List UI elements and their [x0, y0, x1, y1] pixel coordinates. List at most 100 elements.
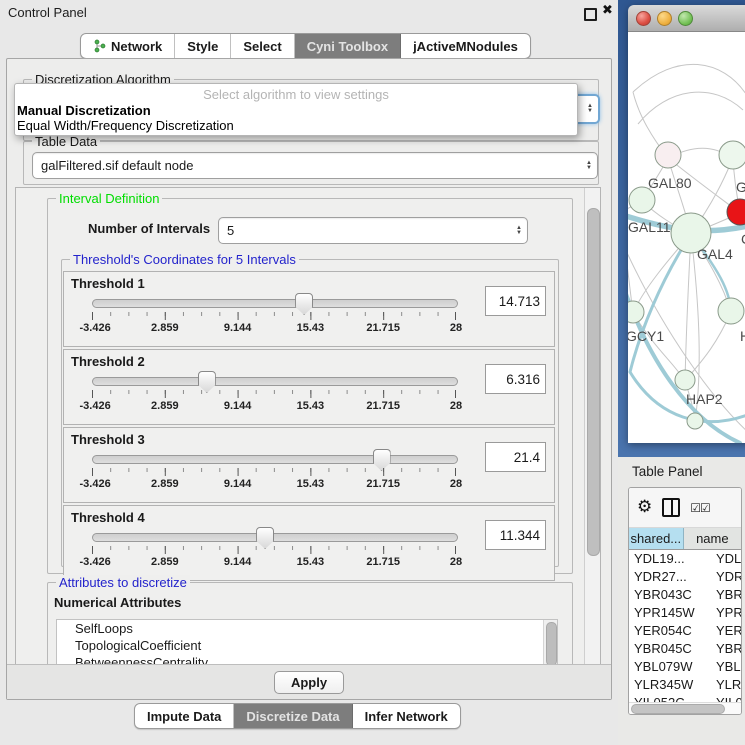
threshold-1-slider[interactable] — [92, 299, 458, 308]
column-header-shared-name[interactable]: shared... — [629, 528, 684, 549]
cyni-settings-panel: Discretization Algorithm ▲▼ Table Data g… — [6, 58, 612, 700]
settings-scroll-area: Interval Definition Number of Intervals … — [15, 187, 601, 666]
list-item[interactable]: TopologicalCoefficient — [57, 637, 557, 654]
node-table: ⚙ ☑☑ shared... name YDL19...YDL1YDR27...… — [628, 487, 742, 715]
cell-shared-name[interactable]: YLR345W — [629, 676, 709, 694]
table-row[interactable]: YBL079WYBL0 — [629, 658, 741, 676]
table-row[interactable]: YBR043CYBR0 — [629, 586, 741, 604]
table-row[interactable]: YIL052CYIL0 — [629, 694, 741, 702]
cell-shared-name[interactable]: YBL079W — [629, 658, 709, 676]
tab-infer-network[interactable]: Infer Network — [353, 704, 460, 728]
cell-name[interactable]: YBL0 — [709, 658, 741, 676]
tab-label: Network — [111, 39, 162, 54]
table-row[interactable]: YDR27...YDR2 — [629, 568, 741, 586]
table-data-select[interactable]: galFiltered.sif default node ▲▼ — [32, 152, 598, 179]
network-window-titlebar[interactable] — [628, 5, 745, 32]
scrollbar-thumb[interactable] — [587, 208, 600, 556]
tab-network[interactable]: Network — [81, 34, 175, 58]
table-row[interactable]: YDL19...YDL1 — [629, 550, 741, 568]
stepper-icon: ▲▼ — [587, 104, 593, 114]
node — [687, 413, 703, 429]
tick-label: 9.144 — [224, 322, 252, 334]
cell-name[interactable]: YBR0 — [709, 586, 741, 604]
slider-ticks — [92, 546, 456, 554]
cell-name[interactable]: YBR0 — [709, 640, 741, 658]
node-gal80 — [655, 142, 681, 168]
cell-shared-name[interactable]: YBR045C — [629, 640, 709, 658]
table-row[interactable]: YBR045CYBR0 — [629, 640, 741, 658]
gear-icon[interactable]: ⚙ — [637, 499, 652, 516]
tick-label: 2.859 — [151, 478, 179, 490]
threshold-value-field[interactable]: 21.4 — [485, 442, 546, 472]
tick-label: 28 — [450, 400, 462, 412]
cell-shared-name[interactable]: YIL052C — [629, 694, 709, 702]
cell-shared-name[interactable]: YER054C — [629, 622, 709, 640]
threshold-4-slider[interactable] — [92, 533, 458, 542]
threshold-label: Threshold 2 — [71, 354, 145, 369]
slider-tick-labels: -3.4262.8599.14415.4321.71528 — [92, 400, 456, 414]
tab-select[interactable]: Select — [231, 34, 294, 58]
numerical-attributes-list[interactable]: SelfLoopsTopologicalCoefficientBetweenne… — [56, 619, 558, 666]
list-scrollbar[interactable] — [543, 620, 557, 666]
close-traffic-light[interactable] — [636, 11, 651, 26]
cell-name[interactable]: YER0 — [709, 622, 741, 640]
slider-tick-labels: -3.4262.8599.14415.4321.71528 — [92, 478, 456, 492]
threshold-label: Threshold 4 — [71, 510, 145, 525]
apply-button[interactable]: Apply — [274, 671, 344, 694]
apply-strip: Apply — [7, 664, 611, 699]
tab-impute-data[interactable]: Impute Data — [135, 704, 234, 728]
network-canvas[interactable]: GAL80 GA GAL11 GAL4 C GCY1 H HAP2 — [628, 32, 745, 443]
cell-shared-name[interactable]: YBR043C — [629, 586, 709, 604]
node-label: GA — [736, 179, 745, 195]
select-columns-icon[interactable]: ☑☑ — [690, 501, 710, 515]
node-label: GAL4 — [697, 246, 733, 262]
scrollbar-thumb[interactable] — [631, 704, 725, 714]
algorithm-dropdown-popup: Select algorithm to view settings Manual… — [14, 83, 578, 136]
cell-shared-name[interactable]: YDL19... — [629, 550, 709, 568]
tab-style[interactable]: Style — [175, 34, 231, 58]
table-row[interactable]: YPR145WYPR1 — [629, 604, 741, 622]
minimize-traffic-light[interactable] — [657, 11, 672, 26]
intervals-value: 5 — [227, 223, 234, 238]
tab-jactivemnodules[interactable]: jActiveMNodules — [401, 34, 530, 58]
cell-name[interactable]: YLR3 — [709, 676, 741, 694]
option-equal-width-frequency[interactable]: Equal Width/Frequency Discretization — [17, 118, 234, 133]
node-label: GCY1 — [628, 328, 664, 344]
threshold-value-field[interactable]: 11.344 — [485, 520, 546, 550]
cell-name[interactable]: YDL1 — [709, 550, 741, 568]
table-header: shared... name — [629, 528, 741, 550]
column-header-name[interactable]: name — [684, 528, 741, 549]
cell-shared-name[interactable]: YPR145W — [629, 604, 709, 622]
threshold-value-field[interactable]: 14.713 — [485, 286, 546, 316]
threshold-3-slider[interactable] — [92, 455, 458, 464]
threshold-label: Threshold 1 — [71, 276, 145, 291]
group-title: Table Data — [32, 134, 100, 149]
option-manual-discretization[interactable]: Manual Discretization — [17, 103, 151, 118]
node — [719, 141, 745, 169]
cell-name[interactable]: YPR1 — [709, 604, 741, 622]
zoom-traffic-light[interactable] — [678, 11, 693, 26]
table-row[interactable]: YER054CYER0 — [629, 622, 741, 640]
interval-definition-group: Interval Definition Number of Intervals … — [47, 198, 573, 574]
float-window-icon[interactable] — [584, 8, 597, 21]
tick-label: 21.715 — [366, 400, 400, 412]
close-icon[interactable]: ✖ — [602, 3, 613, 18]
number-of-intervals-select[interactable]: 5 ▲▼ — [218, 217, 528, 244]
threshold-2-slider[interactable] — [92, 377, 458, 386]
threshold-3-panel: Threshold 3 -3.4262.8599.14415.4321.7152… — [63, 427, 555, 503]
tick-label: 28 — [450, 322, 462, 334]
tick-label: 15.43 — [297, 400, 325, 412]
list-item[interactable]: SelfLoops — [57, 620, 557, 637]
tab-discretize-data[interactable]: Discretize Data — [234, 704, 352, 728]
threshold-value-field[interactable]: 6.316 — [485, 364, 546, 394]
settings-scrollbar[interactable] — [584, 188, 600, 665]
cell-shared-name[interactable]: YDR27... — [629, 568, 709, 586]
network-view-window[interactable]: GAL80 GA GAL11 GAL4 C GCY1 H HAP2 — [628, 5, 745, 443]
cell-name[interactable]: YDR2 — [709, 568, 741, 586]
scrollbar-thumb[interactable] — [546, 622, 557, 666]
table-row[interactable]: YLR345WYLR3 — [629, 676, 741, 694]
table-horizontal-scrollbar[interactable] — [629, 702, 741, 714]
tab-cyni-toolbox[interactable]: Cyni Toolbox — [295, 34, 401, 58]
split-columns-icon[interactable] — [662, 498, 680, 517]
cell-name[interactable]: YIL0 — [709, 694, 741, 702]
